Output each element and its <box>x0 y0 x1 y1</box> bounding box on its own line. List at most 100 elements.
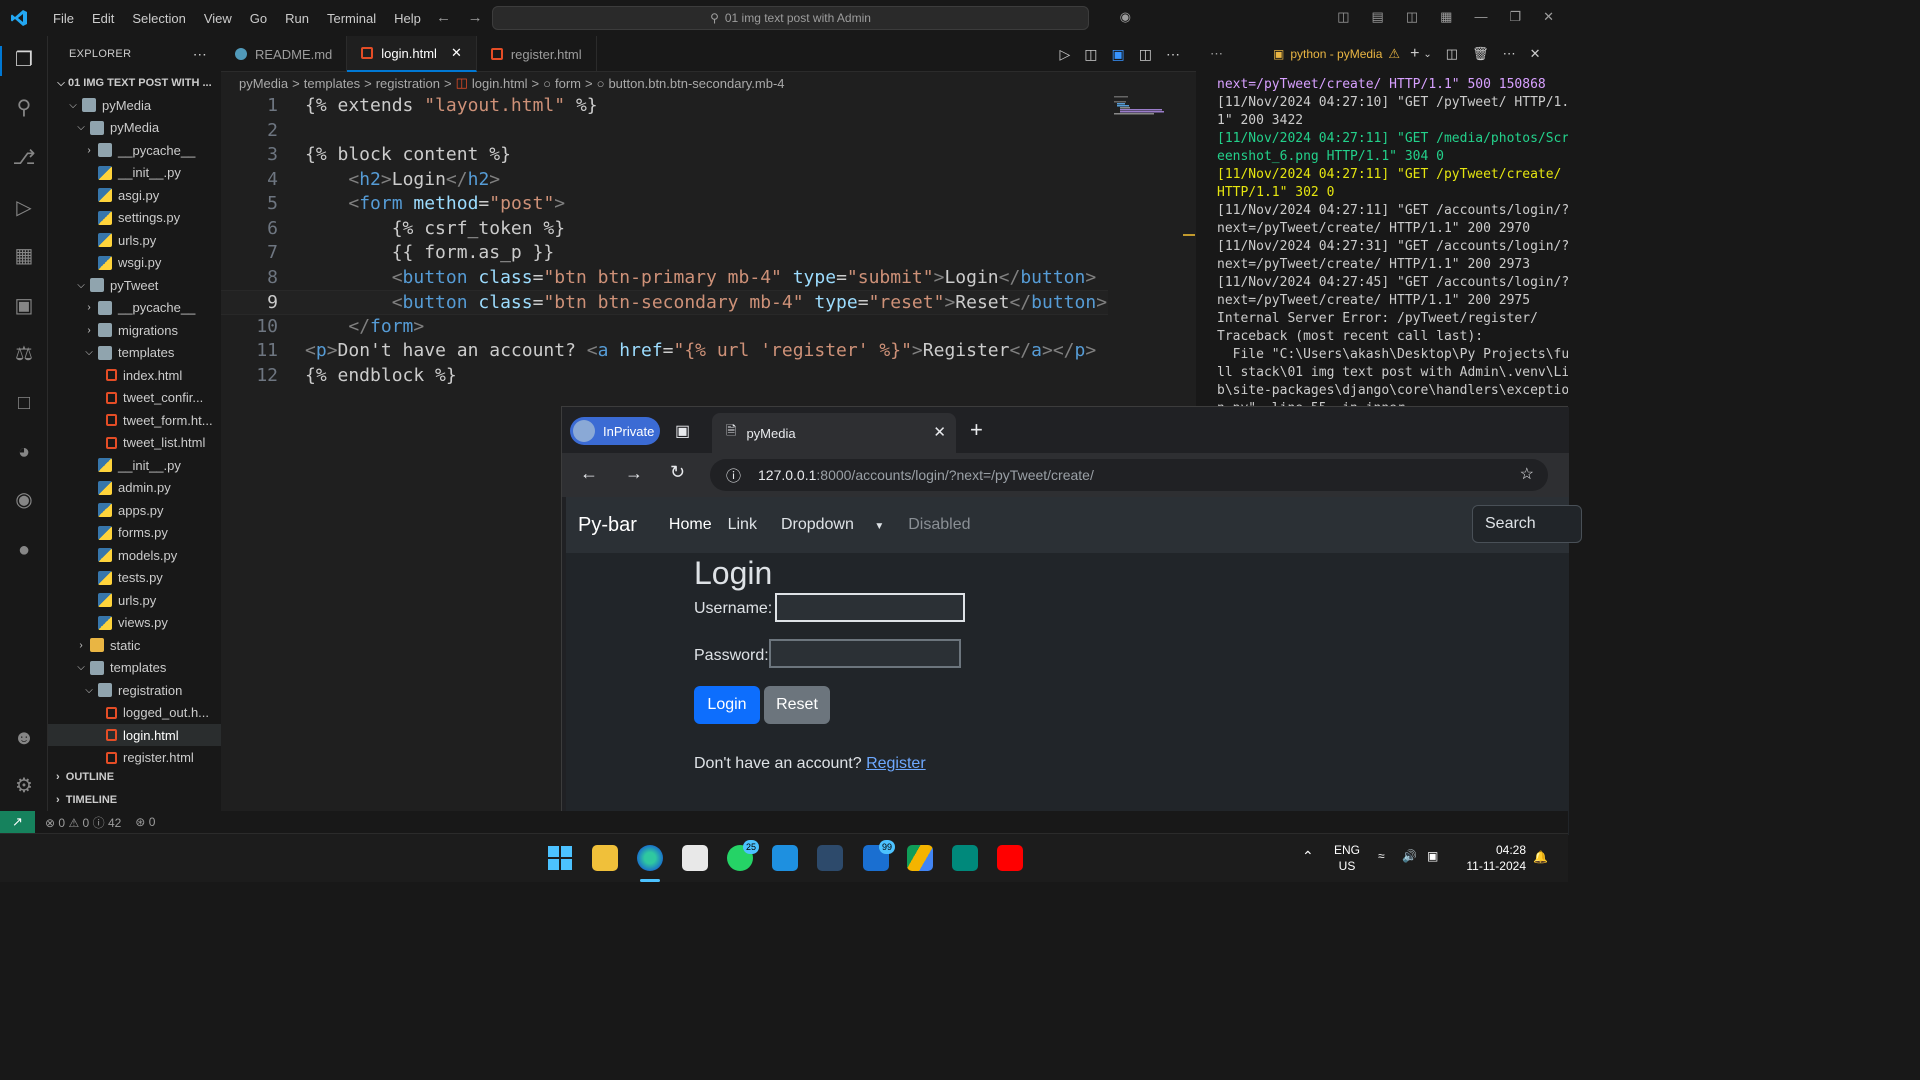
wifi-icon[interactable]: ≈ <box>1378 848 1385 864</box>
notifications-bell-icon[interactable]: 🔔 <box>1533 849 1548 865</box>
tab-login-html[interactable]: login.html ✕ <box>347 36 477 72</box>
login-button[interactable]: Login <box>694 686 760 724</box>
password-input[interactable] <box>769 639 961 668</box>
volume-icon[interactable]: 🔊 <box>1402 848 1417 864</box>
microsoft-store-icon[interactable] <box>682 845 708 871</box>
breadcrumb-item[interactable]: login.html <box>472 76 528 91</box>
tree-item[interactable]: settings.py <box>48 207 221 229</box>
chevron-down-icon[interactable]: ⌄ <box>1423 49 1431 60</box>
tree-item[interactable]: ⌵ pyTweet <box>48 274 221 296</box>
toggle-sidebar-icon[interactable]: ◫ <box>1337 9 1349 25</box>
search-view-icon[interactable]: ⚲ <box>12 96 36 120</box>
more-actions-icon[interactable]: ⋯ <box>1503 46 1516 62</box>
url-bar[interactable]: ⓘ 127.0.0.1:8000/accounts/login/?next=/p… <box>710 459 1548 491</box>
chat-icon[interactable]: □ <box>12 391 36 415</box>
tree-item[interactable]: apps.py <box>48 499 221 521</box>
menu-file[interactable]: File <box>44 11 83 26</box>
tree-item[interactable]: urls.py <box>48 589 221 611</box>
edge-browser-icon[interactable] <box>637 845 663 871</box>
more-actions-icon[interactable]: ⋯ <box>1210 46 1223 62</box>
tree-item[interactable]: › __pycache__ <box>48 297 221 319</box>
tree-item[interactable]: __init__.py <box>48 454 221 476</box>
browser-tab-pymedia[interactable]: 🗎 pyMedia ✕ <box>712 413 956 453</box>
nav-link-home[interactable]: Home <box>661 516 720 534</box>
tab-register-html[interactable]: register.html <box>477 36 597 72</box>
remote-indicator-icon[interactable]: ↗ <box>0 811 35 833</box>
breadcrumb-item[interactable]: form <box>555 76 581 91</box>
restore-icon[interactable]: ❐ <box>1509 9 1521 25</box>
extensions-icon[interactable]: ▦ <box>12 244 36 268</box>
problems-indicator[interactable]: ⊗ 0 ⚠ 0 ⓘ 42 <box>45 814 121 831</box>
youtube-icon[interactable] <box>997 845 1023 871</box>
back-arrow-icon[interactable]: ← <box>436 9 451 26</box>
tree-item[interactable]: __init__.py <box>48 162 221 184</box>
close-tab-icon[interactable]: ✕ <box>933 423 946 441</box>
navbar-search-input[interactable]: Search <box>1472 505 1582 543</box>
run-debug-icon[interactable]: ▷ <box>12 196 36 220</box>
breadcrumb-item[interactable]: templates <box>304 76 360 91</box>
split-terminal-icon[interactable]: ◫ <box>1446 46 1458 62</box>
clock[interactable]: 04:28 11-11-2024 <box>1458 842 1526 874</box>
open-preview-icon[interactable]: ◫ <box>1084 46 1097 63</box>
google-drive-icon[interactable] <box>907 845 933 871</box>
outlook-icon[interactable]: 99 <box>863 840 895 871</box>
toggle-secondary-sidebar-icon[interactable]: ◫ <box>1406 9 1418 25</box>
file-explorer-icon[interactable] <box>592 845 618 871</box>
close-window-icon[interactable]: ✕ <box>1543 9 1554 25</box>
ports-indicator[interactable]: ⊛ 0 <box>135 815 155 829</box>
menu-terminal[interactable]: Terminal <box>318 11 385 26</box>
menu-help[interactable]: Help <box>385 11 430 26</box>
tree-item[interactable]: asgi.py <box>48 184 221 206</box>
tree-item[interactable]: urls.py <box>48 229 221 251</box>
tree-item[interactable]: models.py <box>48 544 221 566</box>
navbar-brand[interactable]: Py-bar <box>578 514 637 537</box>
menu-view[interactable]: View <box>195 11 241 26</box>
nav-dropdown[interactable]: Dropdown ▼ <box>765 516 900 534</box>
menu-selection[interactable]: Selection <box>123 11 194 26</box>
search-extension-icon[interactable]: ◉ <box>12 488 36 512</box>
close-panel-icon[interactable]: ✕ <box>1530 46 1541 62</box>
customize-layout-icon[interactable]: ▦ <box>1440 9 1452 25</box>
language-indicator[interactable]: ENG US <box>1334 842 1360 874</box>
tree-item[interactable]: logged_out.h... <box>48 702 221 724</box>
breadcrumb-item[interactable]: pyMedia <box>239 76 288 91</box>
timeline-section[interactable]: › TIMELINE <box>48 789 221 811</box>
tree-item[interactable]: tweet_form.ht... <box>48 409 221 431</box>
reset-button[interactable]: Reset <box>764 686 830 724</box>
windows-start-icon[interactable] <box>547 845 573 871</box>
tree-item[interactable]: ⌵ pyMedia <box>48 94 221 116</box>
tree-item[interactable]: login.html <box>48 724 221 746</box>
testing-icon[interactable]: ⚖ <box>12 342 36 366</box>
minimize-icon[interactable]: — <box>1474 9 1487 25</box>
tree-item[interactable]: ⌵ templates <box>48 342 221 364</box>
terminal-output[interactable]: next=/pyTweet/create/ HTTP/1.1" 500 1508… <box>1196 72 1568 408</box>
forward-arrow-icon[interactable]: → <box>625 463 643 484</box>
nav-link-link[interactable]: Link <box>720 516 765 534</box>
outline-section[interactable]: › OUTLINE <box>48 766 221 788</box>
inprivate-badge[interactable]: InPrivate <box>570 417 660 445</box>
settings-gear-icon[interactable]: ⚙ <box>12 774 36 798</box>
tree-item[interactable]: index.html <box>48 364 221 386</box>
new-tab-icon[interactable]: + <box>970 417 983 443</box>
refresh-icon[interactable]: ↻ <box>670 462 685 483</box>
remote-explorer-icon[interactable]: ▣ <box>12 294 36 318</box>
tree-item[interactable]: ⌵ templates <box>48 657 221 679</box>
whatsapp-icon[interactable]: 25 <box>727 840 759 871</box>
open-in-browser-icon[interactable]: ▣ <box>1112 46 1125 63</box>
command-center[interactable]: ⚲ 01 img text post with Admin <box>492 6 1089 30</box>
source-control-icon[interactable]: ⎇ <box>12 146 36 170</box>
tree-item[interactable]: ⌵ pyMedia <box>48 117 221 139</box>
back-arrow-icon[interactable]: ← <box>580 463 598 484</box>
github-icon[interactable]: ● <box>12 538 36 562</box>
menu-edit[interactable]: Edit <box>83 11 123 26</box>
minimap[interactable] <box>1114 96 1174 116</box>
more-actions-icon[interactable]: ⋯ <box>193 46 207 63</box>
new-terminal-icon[interactable]: + <box>1410 45 1419 63</box>
breadcrumb-item[interactable]: button.btn.btn-secondary.mb-4 <box>608 76 784 91</box>
terminal-tab-label[interactable]: python - pyMedia <box>1290 47 1382 61</box>
tab-readme[interactable]: README.md <box>221 36 348 72</box>
more-actions-icon[interactable]: ⋯ <box>1166 46 1180 63</box>
username-input[interactable] <box>775 593 965 622</box>
tree-item[interactable]: › static <box>48 634 221 656</box>
trash-icon[interactable]: 🗑 <box>1472 46 1489 62</box>
